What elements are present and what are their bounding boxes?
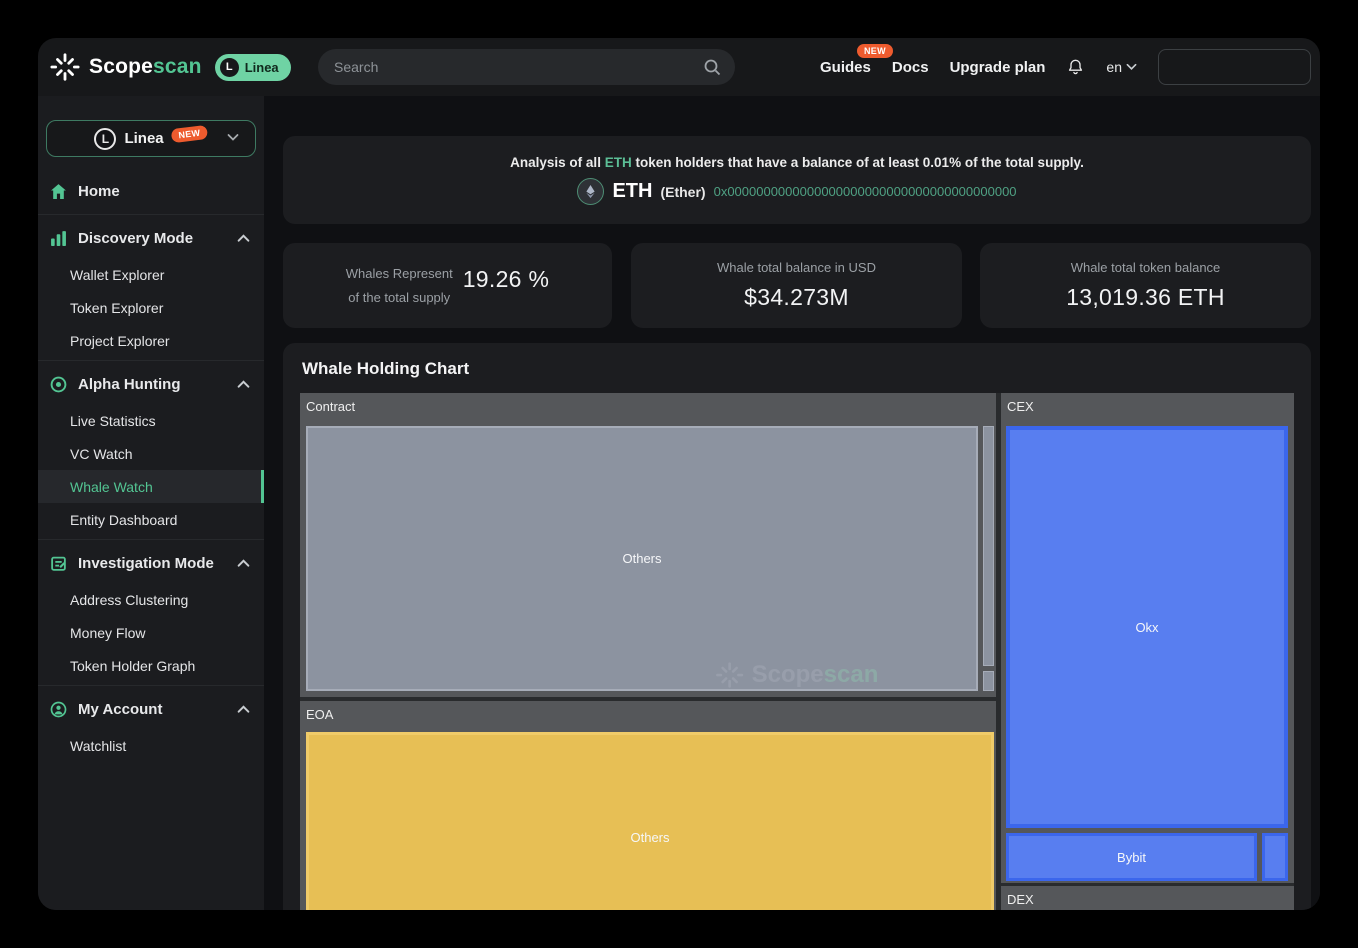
network-badge[interactable]: L Linea: [215, 54, 291, 81]
token-symbol: ETH: [612, 180, 652, 203]
network-name: Linea: [124, 130, 163, 147]
stat-sublabel: of the total supply: [348, 290, 450, 305]
stat-card-total-tokens: Whale total token balance 13,019.36 ETH: [980, 243, 1311, 328]
whale-holding-treemap: Contract Others EOA Others CEX: [300, 393, 1294, 910]
token-name: (Ether): [660, 184, 705, 200]
sidebar-item-vc-watch[interactable]: VC Watch: [38, 437, 264, 470]
logo[interactable]: Scopescan L Linea: [50, 38, 291, 96]
sidebar: L Linea NEW Home Discovery Mode: [38, 96, 264, 910]
stat-label: Whales Represent: [346, 266, 453, 281]
chevron-up-icon: [237, 559, 250, 568]
network-new-badge: NEW: [170, 124, 207, 142]
treemap-section-label: Contract: [306, 393, 355, 421]
stat-value: $34.273M: [744, 284, 849, 311]
sidebar-section-alpha-hunting[interactable]: Alpha Hunting: [38, 364, 264, 404]
chevron-up-icon: [237, 234, 250, 243]
sidebar-item-entity-dashboard[interactable]: Entity Dashboard: [38, 503, 264, 536]
analysis-description: Analysis of all ETH token holders that h…: [510, 155, 1084, 170]
clipboard-edit-icon: [50, 555, 67, 572]
target-icon: [50, 376, 67, 393]
main-content: Analysis of all ETH token holders that h…: [264, 96, 1320, 910]
treemap-cell-cex-bybit[interactable]: Bybit: [1006, 833, 1257, 881]
stat-card-whales-represent: Whales Represent of the total supply 19.…: [283, 243, 612, 328]
sidebar-item-whale-watch[interactable]: Whale Watch: [38, 470, 264, 503]
treemap-section-label: DEX: [1007, 886, 1034, 910]
top-nav: Guides NEW Docs Upgrade plan en: [820, 38, 1311, 96]
treemap-cell-cex-okx[interactable]: Okx: [1006, 426, 1288, 828]
linea-logo-icon: L: [220, 58, 239, 77]
docs-link[interactable]: Docs: [892, 59, 929, 76]
treemap-section-eoa[interactable]: EOA Others: [300, 701, 996, 910]
stat-card-total-usd: Whale total balance in USD $34.273M: [631, 243, 962, 328]
token-analysis-card: Analysis of all ETH token holders that h…: [283, 136, 1311, 224]
sidebar-item-watchlist[interactable]: Watchlist: [38, 729, 264, 762]
sidebar-section-investigation-mode[interactable]: Investigation Mode: [38, 543, 264, 583]
stat-label: Whale total token balance: [1071, 260, 1221, 275]
sidebar-item-money-flow[interactable]: Money Flow: [38, 616, 264, 649]
treemap-section-contract[interactable]: Contract Others: [300, 393, 996, 697]
treemap-cell-contract-others[interactable]: Others: [306, 426, 978, 691]
chevron-up-icon: [237, 705, 250, 714]
topbar: Scopescan L Linea Guides NEW Docs Upgrad…: [38, 38, 1320, 96]
sidebar-item-project-explorer[interactable]: Project Explorer: [38, 324, 264, 357]
upgrade-plan-link[interactable]: Upgrade plan: [950, 59, 1046, 76]
sidebar-section-discovery-mode[interactable]: Discovery Mode: [38, 218, 264, 258]
token-row: ETH (Ether) 0x00000000000000000000000000…: [577, 178, 1016, 205]
chevron-down-icon: [1126, 63, 1137, 71]
locale-select[interactable]: en: [1106, 59, 1137, 75]
divider: [38, 685, 264, 686]
user-icon: [50, 701, 67, 718]
treemap-section-cex[interactable]: CEX Okx Bybit: [1001, 393, 1294, 883]
sidebar-item-home[interactable]: Home: [38, 171, 264, 211]
sidebar-item-address-clustering[interactable]: Address Clustering: [38, 583, 264, 616]
divider: [38, 539, 264, 540]
home-icon: [50, 183, 67, 200]
treemap-cell-eoa-others[interactable]: Others: [306, 732, 994, 910]
connect-wallet-button[interactable]: [1158, 49, 1311, 85]
sidebar-nav: Home Discovery Mode Wallet Explorer Toke…: [38, 171, 264, 762]
treemap-cell-contract-small[interactable]: [983, 671, 994, 691]
search-bar: [318, 49, 735, 85]
guides-link[interactable]: Guides NEW: [820, 59, 871, 76]
divider: [38, 214, 264, 215]
token-address[interactable]: 0x00000000000000000000000000000000000000…: [714, 184, 1017, 199]
stat-value: 13,019.36 ETH: [1066, 284, 1225, 311]
stat-label: Whale total balance in USD: [717, 260, 876, 275]
treemap-section-label: CEX: [1007, 393, 1034, 421]
chevron-up-icon: [237, 380, 250, 389]
app-window: Scopescan L Linea Guides NEW Docs Upgrad…: [38, 38, 1320, 910]
search-input[interactable]: [318, 59, 735, 75]
sidebar-section-my-account[interactable]: My Account: [38, 689, 264, 729]
chart-title: Whale Holding Chart: [302, 359, 469, 379]
stat-value: 19.26 %: [463, 266, 550, 293]
eth-token-icon: [577, 178, 604, 205]
treemap-cell-cex-small[interactable]: [1262, 833, 1288, 881]
app-title: Scopescan: [89, 55, 202, 79]
whale-holding-chart-card: Whale Holding Chart Contract Others EOA …: [283, 343, 1311, 910]
sidebar-item-token-holder-graph[interactable]: Token Holder Graph: [38, 649, 264, 682]
search-icon[interactable]: [702, 57, 722, 77]
sidebar-item-token-explorer[interactable]: Token Explorer: [38, 291, 264, 324]
linea-logo-icon: L: [94, 128, 116, 150]
chevron-down-icon: [227, 133, 239, 142]
divider: [38, 360, 264, 361]
treemap-section-dex[interactable]: DEX: [1001, 886, 1294, 910]
bar-chart-icon: [50, 230, 67, 247]
notification-bell-icon[interactable]: [1066, 57, 1085, 77]
treemap-section-label: EOA: [306, 701, 333, 729]
sidebar-item-live-statistics[interactable]: Live Statistics: [38, 404, 264, 437]
network-selector[interactable]: L Linea NEW: [46, 120, 256, 157]
network-badge-label: Linea: [245, 60, 279, 75]
scopescan-logo-icon: [50, 52, 80, 82]
treemap-cell-contract-small[interactable]: [983, 426, 994, 666]
sidebar-item-wallet-explorer[interactable]: Wallet Explorer: [38, 258, 264, 291]
guides-new-badge: NEW: [857, 44, 893, 58]
